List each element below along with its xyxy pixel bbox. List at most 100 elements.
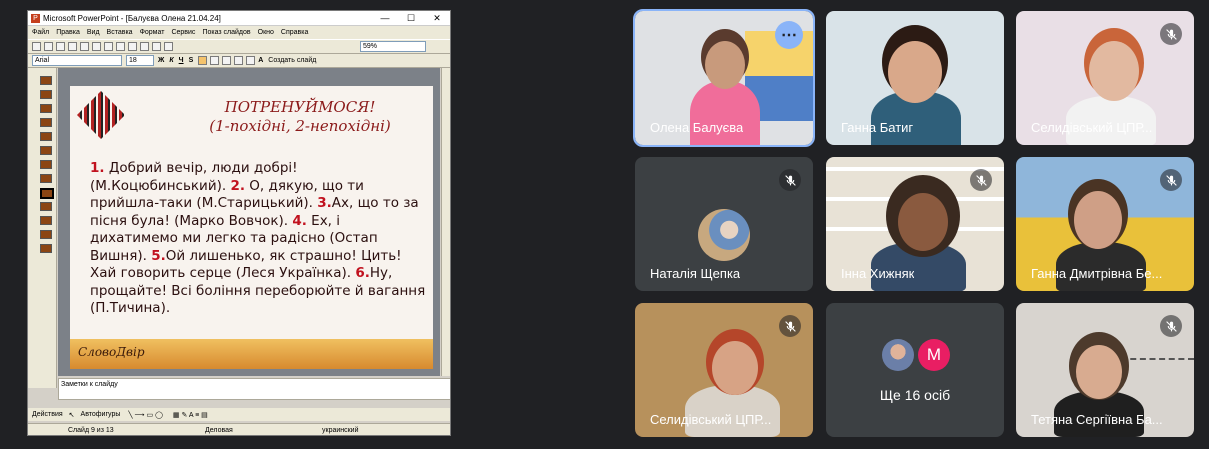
align-right-icon[interactable] <box>222 56 232 65</box>
copy-icon[interactable] <box>104 42 113 51</box>
slide-thumbnail[interactable] <box>40 146 52 155</box>
align-center-icon[interactable] <box>210 56 220 65</box>
minimize-button[interactable]: — <box>372 13 398 24</box>
shadow-button[interactable]: S <box>189 57 194 64</box>
participant-tile[interactable]: Ганна Дмитрівна Бе... <box>1016 157 1194 291</box>
create-slide-button[interactable]: Создать слайд <box>268 57 316 64</box>
bold-button[interactable]: Ж <box>158 57 164 64</box>
participant-name: Тетяна Сергіївна Ба... <box>1031 412 1163 427</box>
mic-off-icon <box>970 169 992 191</box>
save-icon[interactable] <box>56 42 65 51</box>
slide-body-text[interactable]: 1. Добрий вечір, люди добрі! (М.Коцюбинс… <box>90 160 428 318</box>
slide-editing-area: ПОТРЕНУЙМОСЯ! (1-похідні, 2-непохідні) 1… <box>58 68 440 376</box>
cut-icon[interactable] <box>92 42 101 51</box>
participant-name: Наталія Щепка <box>650 266 741 281</box>
design-name: Деловая <box>205 426 233 434</box>
slide-thumbnail[interactable] <box>40 90 52 99</box>
notes-pane[interactable]: Заметки к слайду <box>58 378 450 400</box>
menu-view[interactable]: Вид <box>87 29 100 36</box>
spelling-icon[interactable] <box>80 42 89 51</box>
italic-button[interactable]: К <box>169 57 173 64</box>
participant-tile[interactable]: Селидівський ЦПР... <box>1016 11 1194 145</box>
participant-tile[interactable]: Селидівський ЦПР... <box>635 303 813 437</box>
more-participants-label: Ще 16 осіб <box>879 387 951 403</box>
vertical-scrollbar[interactable] <box>441 68 450 376</box>
participant-name: Селидівський ЦПР... <box>650 412 772 427</box>
menu-tools[interactable]: Сервис <box>171 29 195 36</box>
slide-thumbnail[interactable] <box>40 104 52 113</box>
slide-thumbnail[interactable] <box>40 202 52 211</box>
slide-thumbnail[interactable] <box>40 132 52 141</box>
font-size-select[interactable]: 18 <box>126 55 154 66</box>
slide-thumbnail[interactable] <box>40 118 52 127</box>
slide-thumbnail[interactable] <box>40 160 52 169</box>
item-number: 4. <box>292 212 307 229</box>
slide-thumbnail[interactable] <box>40 230 52 239</box>
slide-thumbnail[interactable] <box>40 244 52 253</box>
pointer-icon[interactable]: ↖ <box>69 411 75 419</box>
menu-edit[interactable]: Правка <box>56 29 80 36</box>
participant-head <box>888 41 942 103</box>
line-icon[interactable]: ╲ ⟶ ▭ ◯ <box>128 411 163 419</box>
menu-help[interactable]: Справка <box>281 29 308 36</box>
menu-file[interactable]: Файл <box>32 29 49 36</box>
mic-off-icon <box>1160 23 1182 45</box>
autoshapes-menu[interactable]: Автофигуры <box>81 411 121 418</box>
align-left-icon[interactable] <box>198 56 208 65</box>
bullets-icon[interactable] <box>246 56 256 65</box>
participant-initial-avatar: M <box>918 339 950 371</box>
item-number: 2. <box>230 177 245 194</box>
participant-tile[interactable]: Тетяна Сергіївна Ба... <box>1016 303 1194 437</box>
menu-window[interactable]: Окно <box>258 29 274 36</box>
open-icon[interactable] <box>44 42 53 51</box>
participant-tile[interactable]: Інна Хижняк <box>826 157 1004 291</box>
underline-button[interactable]: Ч <box>179 57 184 64</box>
status-bar: Слайд 9 из 13 Деловая украинский <box>28 423 450 435</box>
menu-format[interactable]: Формат <box>140 29 165 36</box>
window-title: Microsoft PowerPoint - [Балуєва Олена 21… <box>43 13 221 23</box>
slide-thumbnails-pane <box>28 68 57 388</box>
slide-footer: СловоДвір <box>70 339 433 369</box>
slide-thumbnail-selected[interactable] <box>40 188 54 199</box>
actions-menu[interactable]: Действия <box>32 411 63 418</box>
font-color-button[interactable]: A <box>258 57 263 64</box>
fill-color-icon[interactable]: ▦ ✎ A ≡ ▤ <box>173 411 208 419</box>
mic-off-icon <box>779 315 801 337</box>
chart-icon[interactable] <box>152 42 161 51</box>
more-options-icon[interactable]: ⋯ <box>775 21 803 49</box>
print-icon[interactable] <box>68 42 77 51</box>
participant-tile[interactable]: Наталія Щепка <box>635 157 813 291</box>
slide-canvas[interactable]: ПОТРЕНУЙМОСЯ! (1-похідні, 2-непохідні) 1… <box>70 86 433 369</box>
close-button[interactable]: ✕ <box>424 13 450 24</box>
item-number: 6. <box>355 265 370 281</box>
formatting-toolbar: Arial 18 Ж К Ч S A Создать слайд <box>28 54 450 68</box>
participant-name: Ганна Батиг <box>841 120 914 135</box>
paste-icon[interactable] <box>116 42 125 51</box>
numbering-icon[interactable] <box>234 56 244 65</box>
powerpoint-window: P Microsoft PowerPoint - [Балуєва Олена … <box>27 10 451 436</box>
participant-tile[interactable]: ⋯ Олена Балуєва <box>633 9 815 147</box>
participant-head <box>898 193 948 251</box>
font-name-select[interactable]: Arial <box>32 55 122 66</box>
more-participants-tile[interactable]: M Ще 16 осіб <box>826 303 1004 437</box>
menu-bar: Файл Правка Вид Вставка Формат Сервис По… <box>28 26 450 39</box>
new-icon[interactable] <box>32 42 41 51</box>
mic-off-icon <box>1160 169 1182 191</box>
mic-off-icon <box>779 169 801 191</box>
slide-thumbnail[interactable] <box>40 76 52 85</box>
redo-icon[interactable] <box>140 42 149 51</box>
slide-thumbnail[interactable] <box>40 216 52 225</box>
maximize-button[interactable]: ☐ <box>398 13 424 24</box>
participant-avatar <box>698 209 750 261</box>
slide-thumbnail[interactable] <box>40 174 52 183</box>
zoom-select[interactable]: 59% <box>360 41 426 52</box>
table-icon[interactable] <box>164 42 173 51</box>
undo-icon[interactable] <box>128 42 137 51</box>
participant-name: Ганна Дмитрівна Бе... <box>1031 266 1163 281</box>
slovodvir-logo: СловоДвір <box>78 345 145 359</box>
item-number: 3. <box>317 195 332 211</box>
participant-name: Інна Хижняк <box>841 266 915 281</box>
participant-tile[interactable]: Ганна Батиг <box>826 11 1004 145</box>
menu-slideshow[interactable]: Показ слайдов <box>202 29 250 36</box>
menu-insert[interactable]: Вставка <box>107 29 133 36</box>
